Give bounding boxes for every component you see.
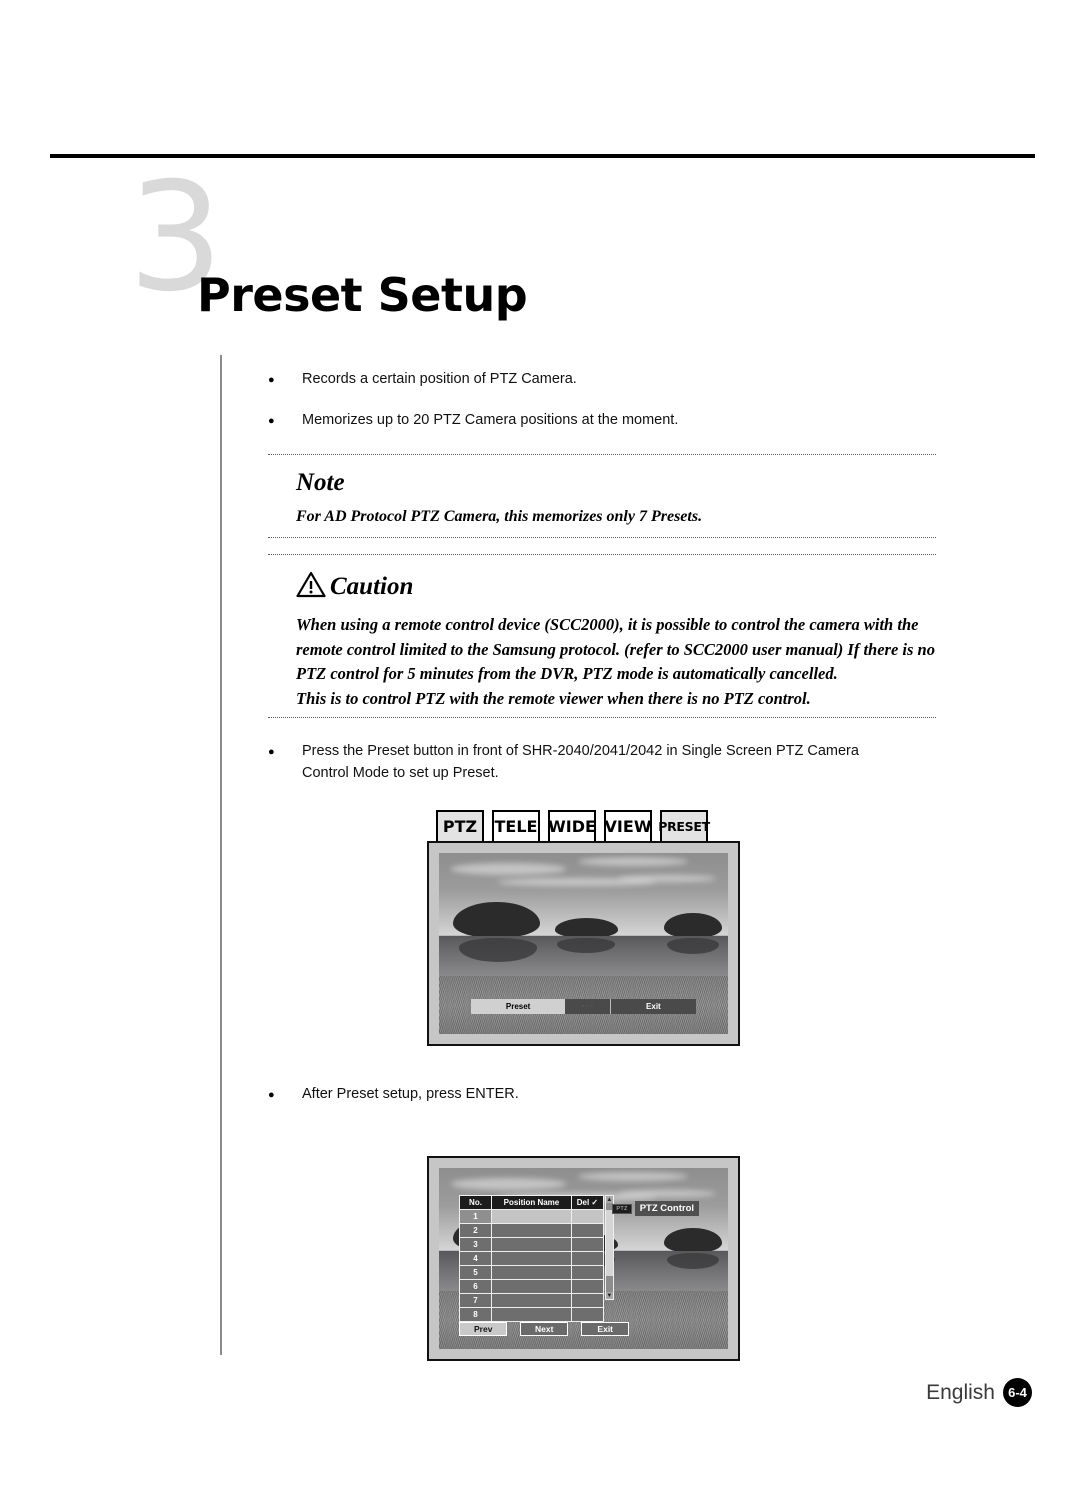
cell-del[interactable] (571, 1293, 604, 1309)
list-item: Press the Preset button in front of SHR-… (268, 740, 936, 784)
ptz-mode-indicator: PTZ PTZ Control (612, 1201, 700, 1217)
bullet-text: Memorizes up to 20 PTZ Camera positions … (302, 412, 679, 428)
cell-del[interactable] (571, 1209, 604, 1225)
cell-no: 4 (459, 1251, 492, 1267)
cell-position-name[interactable] (490, 1237, 573, 1253)
osd-control-bar: Preset - - - Exit (470, 999, 697, 1015)
cell-no: 2 (459, 1223, 492, 1239)
footer-language: English (926, 1380, 995, 1404)
tele-button[interactable]: TELE (492, 810, 540, 843)
tree-cluster-mid (554, 918, 619, 939)
bullet-text: Records a certain position of PTZ Camera… (302, 371, 577, 387)
cell-position-name[interactable] (490, 1209, 573, 1225)
osd-exit-button[interactable]: Exit (611, 999, 697, 1014)
preset-position-table: No. Position Name Del ✓ 1 2 3 4 5 6 7 8 (459, 1195, 604, 1323)
cell-position-name[interactable] (490, 1251, 573, 1267)
scroll-down-icon[interactable]: ▼ (606, 1292, 612, 1299)
screenshot-live-view: Preset - - - Exit (427, 841, 740, 1046)
list-item: Records a certain position of PTZ Camera… (268, 368, 936, 391)
tree-cluster-right (664, 1227, 723, 1254)
column-header-del: Del ✓ (571, 1195, 604, 1211)
view-button[interactable]: VIEW (604, 810, 652, 843)
ptz-button[interactable]: PTZ (436, 810, 484, 843)
cell-position-name[interactable] (490, 1265, 573, 1281)
cell-no: 3 (459, 1237, 492, 1253)
osd-button-row: Prev Next Exit (459, 1322, 630, 1337)
tree-cluster-right (664, 912, 723, 939)
tree-cluster-left (453, 901, 541, 939)
caution-heading-row: Caution (268, 555, 936, 613)
warning-triangle-icon (296, 571, 326, 603)
hardware-button-row: PTZ TELE WIDE VIEW PRESET (436, 810, 936, 843)
cell-no: 8 (459, 1307, 492, 1323)
left-margin-rule (220, 355, 222, 1355)
cell-position-name[interactable] (490, 1293, 573, 1309)
caution-line-3: PTZ control for 5 minutes from the DVR, … (296, 664, 838, 683)
cell-del[interactable] (571, 1223, 604, 1239)
cell-no: 1 (459, 1209, 492, 1225)
table-row[interactable]: 7 (459, 1293, 604, 1309)
screenshot-preset-table: No. Position Name Del ✓ 1 2 3 4 5 6 7 8 … (427, 1156, 740, 1361)
page-title: Preset Setup (197, 268, 528, 322)
list-item: Memorizes up to 20 PTZ Camera positions … (268, 409, 936, 432)
footer-page-number: 6-4 (1003, 1378, 1032, 1407)
table-row[interactable]: 8 (459, 1307, 604, 1323)
cell-position-name[interactable] (490, 1223, 573, 1239)
osd-preset-button[interactable]: Preset (470, 999, 566, 1015)
cell-no: 6 (459, 1279, 492, 1295)
bullet-icon (268, 740, 284, 763)
next-button[interactable]: Next (520, 1322, 569, 1337)
preset-button[interactable]: PRESET (658, 810, 710, 843)
preset-line-2: Control Mode to set up Preset. (302, 765, 499, 781)
ptz-mini-badge: PTZ (612, 1203, 632, 1214)
column-header-no: No. (459, 1195, 492, 1211)
page-footer: English 6-4 (926, 1378, 1032, 1407)
caution-line-2: remote control limited to the Samsung pr… (296, 639, 935, 659)
cell-del[interactable] (571, 1265, 604, 1281)
wide-button[interactable]: WIDE (548, 810, 596, 843)
table-row[interactable]: 1 (459, 1209, 604, 1225)
cell-del[interactable] (571, 1307, 604, 1323)
table-row[interactable]: 6 (459, 1279, 604, 1295)
camera-screen: Preset - - - Exit (439, 853, 728, 1034)
cell-no: 7 (459, 1293, 492, 1309)
caution-label: Caution (330, 573, 414, 600)
bullet-text: Press the Preset button in front of SHR-… (284, 740, 859, 784)
preset-line-1: Press the Preset button in front of SHR-… (302, 743, 859, 759)
cell-del[interactable] (571, 1237, 604, 1253)
caution-body: When using a remote control device (SCC2… (268, 613, 936, 717)
table-row[interactable]: 2 (459, 1223, 604, 1239)
cell-no: 5 (459, 1265, 492, 1281)
table-row[interactable]: 3 (459, 1237, 604, 1253)
camera-screen: No. Position Name Del ✓ 1 2 3 4 5 6 7 8 … (439, 1168, 728, 1349)
cell-position-name[interactable] (490, 1307, 573, 1323)
osd-mid-marks: - - - (565, 999, 611, 1015)
caution-line-1: When using a remote control device (SCC2… (296, 615, 919, 634)
ptz-control-label: PTZ Control (634, 1201, 700, 1217)
table-row[interactable]: 4 (459, 1251, 604, 1267)
table-header-row: No. Position Name Del ✓ (459, 1195, 604, 1211)
cell-del[interactable] (571, 1251, 604, 1267)
note-heading: Note (296, 469, 345, 496)
caution-line-4: This is to control PTZ with the remote v… (296, 688, 811, 708)
scrollbar-track[interactable] (605, 1203, 613, 1293)
tree-reflection-mid (557, 938, 616, 953)
note-body: For AD Protocol PTZ Camera, this memoriz… (296, 508, 703, 525)
scrollbar-thumb[interactable] (605, 1210, 613, 1277)
table-row[interactable]: 5 (459, 1265, 604, 1281)
bullet-icon (268, 409, 284, 432)
list-item: After Preset setup, press ENTER. (268, 1083, 936, 1106)
bullet-text: After Preset setup, press ENTER. (302, 1086, 519, 1102)
exit-button[interactable]: Exit (581, 1322, 630, 1337)
column-header-position-name: Position Name (490, 1195, 573, 1211)
bullet-icon (268, 1083, 284, 1106)
cell-del[interactable] (571, 1279, 604, 1295)
cell-position-name[interactable] (490, 1279, 573, 1295)
prev-button[interactable]: Prev (459, 1322, 508, 1337)
bullet-icon (268, 368, 284, 391)
